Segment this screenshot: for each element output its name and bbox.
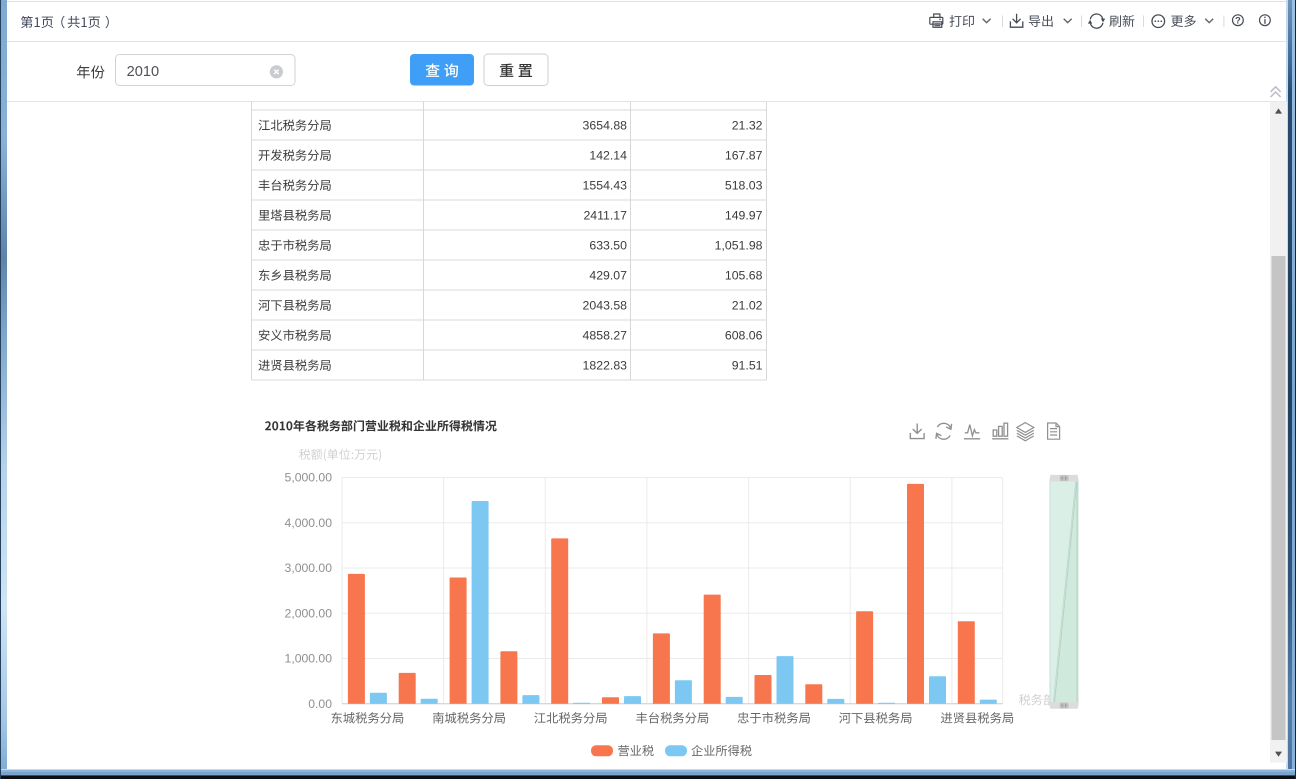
svg-text:429.07: 429.07: [589, 268, 627, 282]
svg-text:518.03: 518.03: [725, 178, 763, 192]
svg-text:633.50: 633.50: [589, 238, 627, 252]
svg-text:21.02: 21.02: [732, 298, 763, 312]
svg-text:142.14: 142.14: [589, 148, 627, 162]
svg-text:149.97: 149.97: [725, 208, 763, 222]
svg-text:1,051.98: 1,051.98: [715, 238, 763, 252]
svg-text:3654.88: 3654.88: [583, 118, 628, 132]
svg-text:2,000.00: 2,000.00: [285, 606, 333, 620]
svg-text:1,000.00: 1,000.00: [285, 652, 333, 666]
svg-text:21.32: 21.32: [732, 118, 763, 132]
svg-text:?: ?: [1235, 16, 1241, 27]
svg-text:2411.17: 2411.17: [583, 208, 627, 222]
svg-text:167.87: 167.87: [725, 148, 763, 162]
svg-text:608.06: 608.06: [725, 328, 763, 342]
svg-text:1822.83: 1822.83: [583, 358, 628, 372]
svg-text:105.68: 105.68: [725, 268, 763, 282]
svg-text:2043.58: 2043.58: [583, 298, 628, 312]
svg-text:2010: 2010: [127, 64, 159, 80]
svg-text:91.51: 91.51: [732, 358, 763, 372]
svg-text:4858.27: 4858.27: [583, 328, 628, 342]
svg-text:3,000.00: 3,000.00: [285, 561, 333, 575]
svg-text:1554.43: 1554.43: [583, 178, 628, 192]
svg-text:4,000.00: 4,000.00: [285, 516, 333, 530]
svg-text:5,000.00: 5,000.00: [285, 471, 333, 485]
svg-text:0.00: 0.00: [308, 697, 332, 711]
